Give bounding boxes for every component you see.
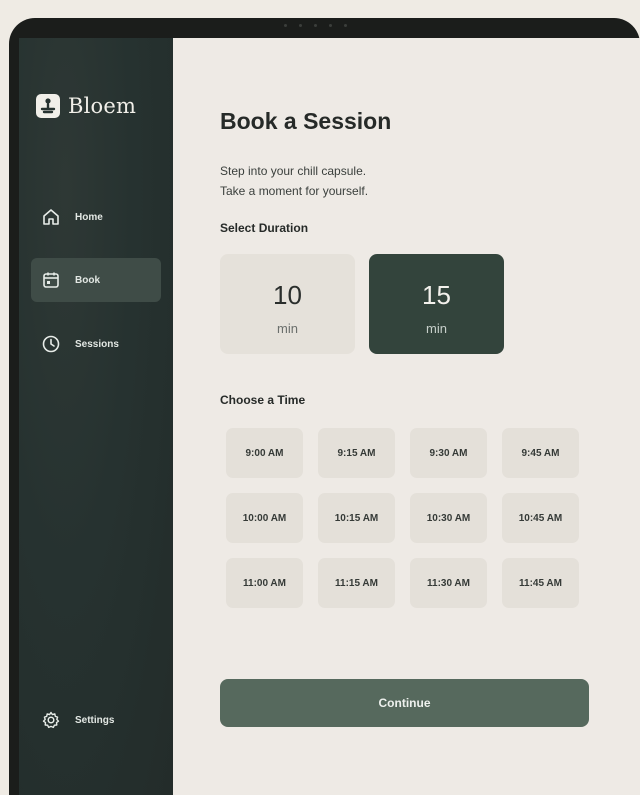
home-icon [43, 209, 59, 225]
duration-unit: min [426, 321, 447, 336]
duration-unit: min [277, 321, 298, 336]
brand-name: Bloem [68, 94, 137, 118]
time-slot[interactable]: 10:00 AM [226, 493, 303, 543]
sidebar: Bloem Home Book Sessions Settings [19, 38, 173, 795]
time-slot[interactable]: 10:30 AM [410, 493, 487, 543]
sidebar-item-book[interactable]: Book [31, 258, 161, 302]
sidebar-item-settings[interactable]: Settings [31, 698, 161, 742]
duration-option-10[interactable]: 10 min [220, 254, 355, 354]
time-slot[interactable]: 10:45 AM [502, 493, 579, 543]
sidebar-item-label: Settings [75, 714, 115, 726]
main-content: Book a Session Step into your chill caps… [173, 38, 640, 795]
clock-icon [42, 335, 60, 353]
duration-label: Select Duration [220, 221, 309, 235]
time-slot[interactable]: 9:45 AM [502, 428, 579, 478]
time-slot[interactable]: 10:15 AM [318, 493, 395, 543]
time-slot[interactable]: 11:30 AM [410, 558, 487, 608]
sidebar-item-sessions[interactable]: Sessions [31, 322, 161, 366]
continue-button[interactable]: Continue [220, 679, 589, 727]
time-label: Choose a Time [220, 393, 306, 407]
time-slot[interactable]: 9:00 AM [226, 428, 303, 478]
camera-dots [284, 24, 347, 27]
app-screen: Bloem Home Book Sessions Settings Book a… [19, 38, 640, 795]
calendar-icon [43, 272, 59, 288]
subtitle-line: Step into your chill capsule. [220, 164, 367, 178]
time-slot[interactable]: 11:00 AM [226, 558, 303, 608]
duration-value: 10 [273, 280, 302, 310]
tablet-frame: Bloem Home Book Sessions Settings Book a… [9, 18, 640, 795]
gear-icon [42, 711, 60, 729]
sidebar-item-label: Home [75, 211, 103, 223]
duration-option-15[interactable]: 15 min [369, 254, 504, 354]
sidebar-item-home[interactable]: Home [31, 195, 161, 239]
time-slot[interactable]: 9:15 AM [318, 428, 395, 478]
person-meditating-icon [36, 94, 60, 118]
duration-value: 15 [422, 280, 451, 310]
brand: Bloem [36, 94, 136, 118]
subtitle-line: Take a moment for yourself. [220, 184, 369, 198]
sidebar-item-label: Sessions [75, 338, 119, 350]
time-slot[interactable]: 11:45 AM [502, 558, 579, 608]
sidebar-item-label: Book [75, 274, 100, 286]
page-title: Book a Session [220, 108, 392, 134]
page-subtitle: Step into your chill capsule. Take a mom… [220, 161, 368, 201]
time-slot[interactable]: 11:15 AM [318, 558, 395, 608]
time-slot-grid: 9:00 AM 9:15 AM 9:30 AM 9:45 AM 10:00 AM… [226, 428, 579, 608]
time-slot[interactable]: 9:30 AM [410, 428, 487, 478]
